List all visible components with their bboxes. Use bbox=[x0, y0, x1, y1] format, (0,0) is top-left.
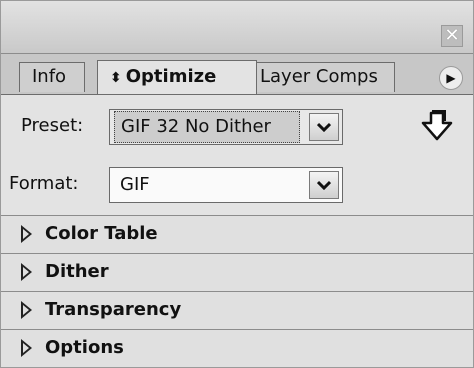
optimize-content: Preset: GIF 32 No Dither Format: GIF Col… bbox=[1, 95, 473, 367]
chevron-down-icon[interactable] bbox=[309, 113, 339, 141]
disclosure-triangle-inner bbox=[23, 343, 29, 353]
section-options[interactable]: Options bbox=[1, 329, 473, 367]
disclosure-triangle-inner bbox=[23, 305, 29, 315]
section-dither-label: Dither bbox=[45, 261, 109, 282]
close-icon[interactable]: ✕ bbox=[441, 25, 463, 47]
section-color-table-label: Color Table bbox=[45, 223, 158, 244]
section-dither[interactable]: Dither bbox=[1, 253, 473, 291]
section-transparency-label: Transparency bbox=[45, 299, 182, 320]
tab-info-label: Info bbox=[32, 66, 67, 87]
panel-menu-arrow-icon[interactable]: ▶ bbox=[439, 66, 463, 90]
tab-info[interactable]: Info bbox=[19, 62, 85, 92]
preset-select[interactable]: GIF 32 No Dither bbox=[109, 109, 343, 145]
up-down-arrows-icon: ⬍ bbox=[110, 70, 122, 86]
tab-optimize[interactable]: ⬍ Optimize bbox=[97, 60, 257, 94]
disclosure-triangle-inner bbox=[23, 267, 29, 277]
optimize-menu-icon[interactable] bbox=[421, 109, 457, 145]
format-select[interactable]: GIF bbox=[109, 167, 343, 203]
section-color-table[interactable]: Color Table bbox=[1, 215, 473, 253]
panel-title-bar[interactable]: ✕ bbox=[1, 1, 473, 54]
chevron-down-icon[interactable] bbox=[309, 171, 339, 199]
section-options-label: Options bbox=[45, 337, 124, 358]
section-transparency[interactable]: Transparency bbox=[1, 291, 473, 329]
preset-label: Preset: bbox=[21, 115, 84, 136]
format-value: GIF bbox=[120, 174, 150, 195]
format-label: Format: bbox=[9, 173, 79, 194]
tab-strip: Info Layer Comps ⬍ Optimize ▶ bbox=[1, 54, 473, 95]
tab-optimize-label: Optimize bbox=[125, 66, 217, 87]
preset-value: GIF 32 No Dither bbox=[114, 111, 300, 143]
optimize-panel: ✕ Info Layer Comps ⬍ Optimize ▶ Preset: G… bbox=[0, 0, 474, 368]
tab-layer-comps-label: Layer Comps bbox=[260, 66, 378, 87]
disclosure-triangle-inner bbox=[23, 229, 29, 239]
tab-layer-comps[interactable]: Layer Comps bbox=[247, 62, 395, 92]
